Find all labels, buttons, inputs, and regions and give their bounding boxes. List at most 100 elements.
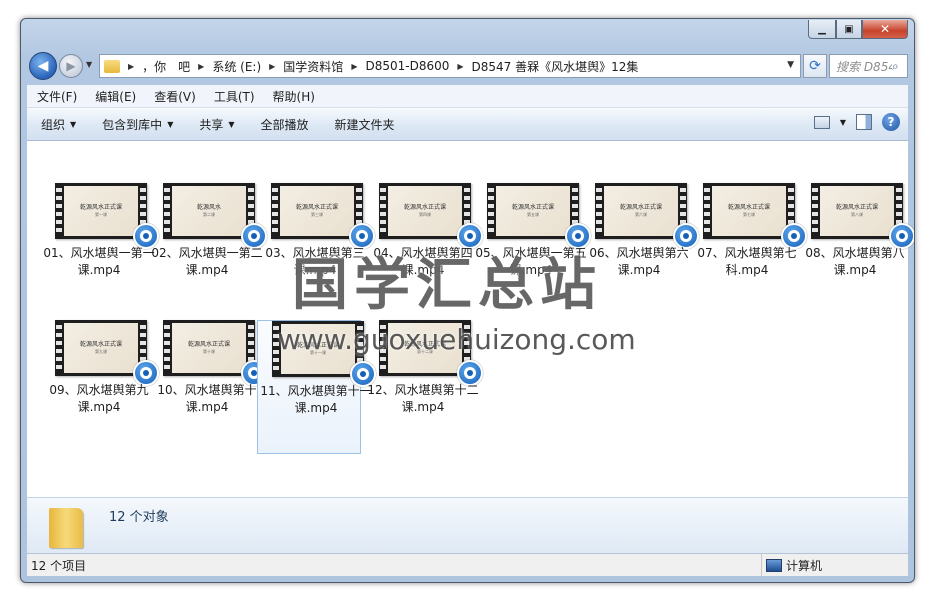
thumbnail-subtitle: 第七课 (743, 212, 755, 217)
file-item[interactable]: 乾源风水 第二课 02、风水堪舆一第二课.mp4 (149, 183, 267, 301)
file-item[interactable]: 乾源风水正式课 第六课 06、风水堪舆第六课.mp4 (581, 183, 699, 301)
film-strip-holes (164, 323, 170, 373)
menu-bar: 文件(F) 编辑(E) 查看(V) 工具(T) 帮助(H) (27, 85, 908, 108)
new-folder-button[interactable]: 新建文件夹 (335, 116, 395, 133)
film-strip-holes (380, 323, 386, 373)
preview-pane-icon[interactable] (856, 114, 872, 130)
file-item[interactable]: 乾源风水正式课 第一课 01、风水堪舆一第一课.mp4 (41, 183, 159, 301)
file-list: 乾源风水正式课 第一课 01、风水堪舆一第一课.mp4 乾源风水 第二课 02、风水堪舆一… (27, 141, 914, 518)
file-item[interactable]: 乾源风水正式课 第八课 08、风水堪舆第八课.mp4 (797, 183, 914, 301)
film-reel-icon (464, 367, 476, 379)
file-item[interactable]: 乾源风水正式课 第九课 09、风水堪舆第九课.mp4 (41, 320, 159, 438)
magnifier-icon[interactable]: ⌕ (892, 59, 899, 74)
breadcrumb-item[interactable]: D8501-D8600 (365, 59, 449, 73)
file-item[interactable]: 乾源风水正式课 第十课 10、风水堪舆第十课.mp4 (149, 320, 267, 438)
search-input[interactable]: 搜索 D854... (836, 58, 892, 75)
thumbnail-frame: 乾源风水正式课 第八课 (820, 186, 894, 236)
file-item[interactable]: 乾源风水正式课 第七课 07、风水堪舆第七科.mp4 (689, 183, 807, 301)
film-strip-holes (273, 324, 279, 374)
breadcrumb-item[interactable]: 系统 (E:) (212, 58, 261, 75)
film-reel-icon (896, 230, 908, 242)
organize-button[interactable]: 组织 ▼ (41, 116, 76, 133)
status-location-label: 计算机 (786, 558, 823, 573)
thumbnail-subtitle: 第四课 (419, 212, 431, 217)
thumbnail-frame: 乾源风水正式课 第五课 (496, 186, 570, 236)
file-name: 09、风水堪舆第九课.mp4 (49, 383, 149, 414)
organize-label: 组织 (41, 117, 66, 132)
play-all-label: 全部播放 (260, 117, 309, 132)
folder-icon (49, 508, 83, 548)
include-library-label: 包含到库中 (102, 117, 163, 132)
chevron-right-icon[interactable]: ▶ (269, 62, 275, 71)
thumbnail-frame: 乾源风水正式课 第四课 (388, 186, 462, 236)
navigation-bar: ◀ ▶ ▼ ▶ ，你 吧 ▶ 系统 (E:) ▶ 国学资料馆 ▶ D8501-D8600 ▶ D… (29, 52, 908, 80)
menu-item[interactable]: 文件(F) (37, 88, 77, 105)
file-name: 04、风水堪舆第四课.mp4 (373, 246, 473, 277)
chevron-down-icon[interactable]: ▼ (840, 118, 846, 127)
menu-item[interactable]: 编辑(E) (95, 88, 136, 105)
film-strip-holes (596, 186, 602, 236)
file-item[interactable]: 乾源风水正式课 第十二课 12、风水堪舆第十二课.mp4 (365, 320, 483, 438)
thumbnail-title: 乾源风水正式课 (79, 204, 122, 211)
thumbnail-subtitle: 第二课 (203, 212, 215, 217)
breadcrumb-item[interactable]: ，你 吧 (142, 58, 190, 75)
thumbnail-frame: 乾源风水正式课 第十一课 (281, 324, 355, 374)
file-item[interactable]: 乾源风水正式课 第三课 03、风水堪舆第三课.mp4 (257, 183, 375, 301)
breadcrumb: ，你 吧 ▶ 系统 (E:) ▶ 国学资料馆 ▶ D8501-D8600 ▶ D8547 善槑《… (142, 58, 638, 75)
recent-pages-dropdown-icon[interactable]: ▼ (86, 60, 92, 69)
play-all-button[interactable]: 全部播放 (261, 116, 309, 133)
menu-item[interactable]: 工具(T) (214, 88, 255, 105)
thumbnail-subtitle: 第六课 (635, 212, 647, 217)
folder-icon (104, 59, 120, 73)
change-view-icon[interactable] (813, 115, 830, 129)
refresh-button[interactable]: ⟳ (803, 54, 827, 78)
maximize-button[interactable]: ▣ (836, 20, 862, 39)
help-icon[interactable]: ? (882, 113, 900, 131)
breadcrumb-item[interactable]: 国学资料馆 (283, 58, 343, 75)
minimize-button[interactable]: ▁ (808, 20, 836, 39)
chevron-right-icon[interactable]: ▶ (457, 62, 463, 71)
thumbnail-title: 乾源风水正式课 (296, 342, 339, 349)
thumbnail-frame: 乾源风水正式课 第六课 (604, 186, 678, 236)
search-box[interactable]: 搜索 D854... ⌕ (829, 54, 908, 78)
file-item[interactable]: 乾源风水正式课 第五课 05、风水堪舆一第五课.mp4 (473, 183, 591, 301)
chevron-right-icon[interactable]: ▶ (198, 62, 204, 71)
thumbnail-frame: 乾源风水正式课 第一课 (64, 186, 138, 236)
thumbnail-title: 乾源风水正式课 (79, 341, 122, 348)
back-button[interactable]: ◀ (29, 52, 57, 80)
chevron-down-icon: ▼ (167, 119, 174, 129)
thumbnail-title: 乾源风水正式课 (727, 204, 770, 211)
menu-item[interactable]: 帮助(H) (273, 88, 315, 105)
thumbnail-title: 乾源风水 (196, 204, 221, 211)
file-name: 12、风水堪舆第十二课.mp4 (367, 383, 479, 414)
thumbnail-frame: 乾源风水正式课 第九课 (64, 323, 138, 373)
film-strip-holes (164, 186, 170, 236)
caption-buttons: ▁ ▣ ✕ (808, 20, 908, 39)
view-controls: ▼ ? (813, 113, 900, 131)
file-item[interactable]: 乾源风水正式课 第四课 04、风水堪舆第四课.mp4 (365, 183, 483, 301)
include-library-button[interactable]: 包含到库中 ▼ (102, 116, 173, 133)
address-dropdown-icon[interactable]: ▼ (787, 60, 794, 70)
chevron-right-icon[interactable]: ▶ (351, 62, 357, 71)
forward-button[interactable]: ▶ (59, 54, 83, 78)
file-name: 10、风水堪舆第十课.mp4 (157, 383, 257, 414)
thumbnail-title: 乾源风水正式课 (187, 341, 230, 348)
file-name: 03、风水堪舆第三课.mp4 (265, 246, 365, 277)
thumbnail-subtitle: 第十课 (203, 349, 215, 354)
chevron-right-icon[interactable]: ▶ (128, 62, 134, 71)
thumbnail-frame: 乾源风水正式课 第十二课 (388, 323, 462, 373)
thumbnail-subtitle: 第十一课 (310, 350, 326, 355)
film-strip-holes (56, 323, 62, 373)
menu-item[interactable]: 查看(V) (154, 88, 196, 105)
share-button[interactable]: 共享 ▼ (199, 116, 234, 133)
file-item[interactable]: 乾源风水正式课 第十一课 11、风水堪舆第十一课.mp4 (257, 320, 376, 454)
thumbnail-subtitle: 第九课 (95, 349, 107, 354)
thumbnail-title: 乾源风水正式课 (403, 341, 446, 348)
close-button[interactable]: ✕ (862, 20, 908, 39)
command-bar: 组织 ▼ 包含到库中 ▼ 共享 ▼ 全部播放 新建文件夹 ▼ ? (27, 108, 908, 141)
file-name: 11、风水堪舆第十一课.mp4 (260, 384, 372, 415)
status-bar: 12 个项目 计算机 (27, 553, 908, 576)
film-strip-holes (812, 186, 818, 236)
breadcrumb-item[interactable]: D8547 善槑《风水堪舆》12集 (472, 58, 639, 75)
address-bar[interactable]: ▶ ，你 吧 ▶ 系统 (E:) ▶ 国学资料馆 ▶ D8501-D8600 ▶ D8547 善… (99, 54, 801, 78)
